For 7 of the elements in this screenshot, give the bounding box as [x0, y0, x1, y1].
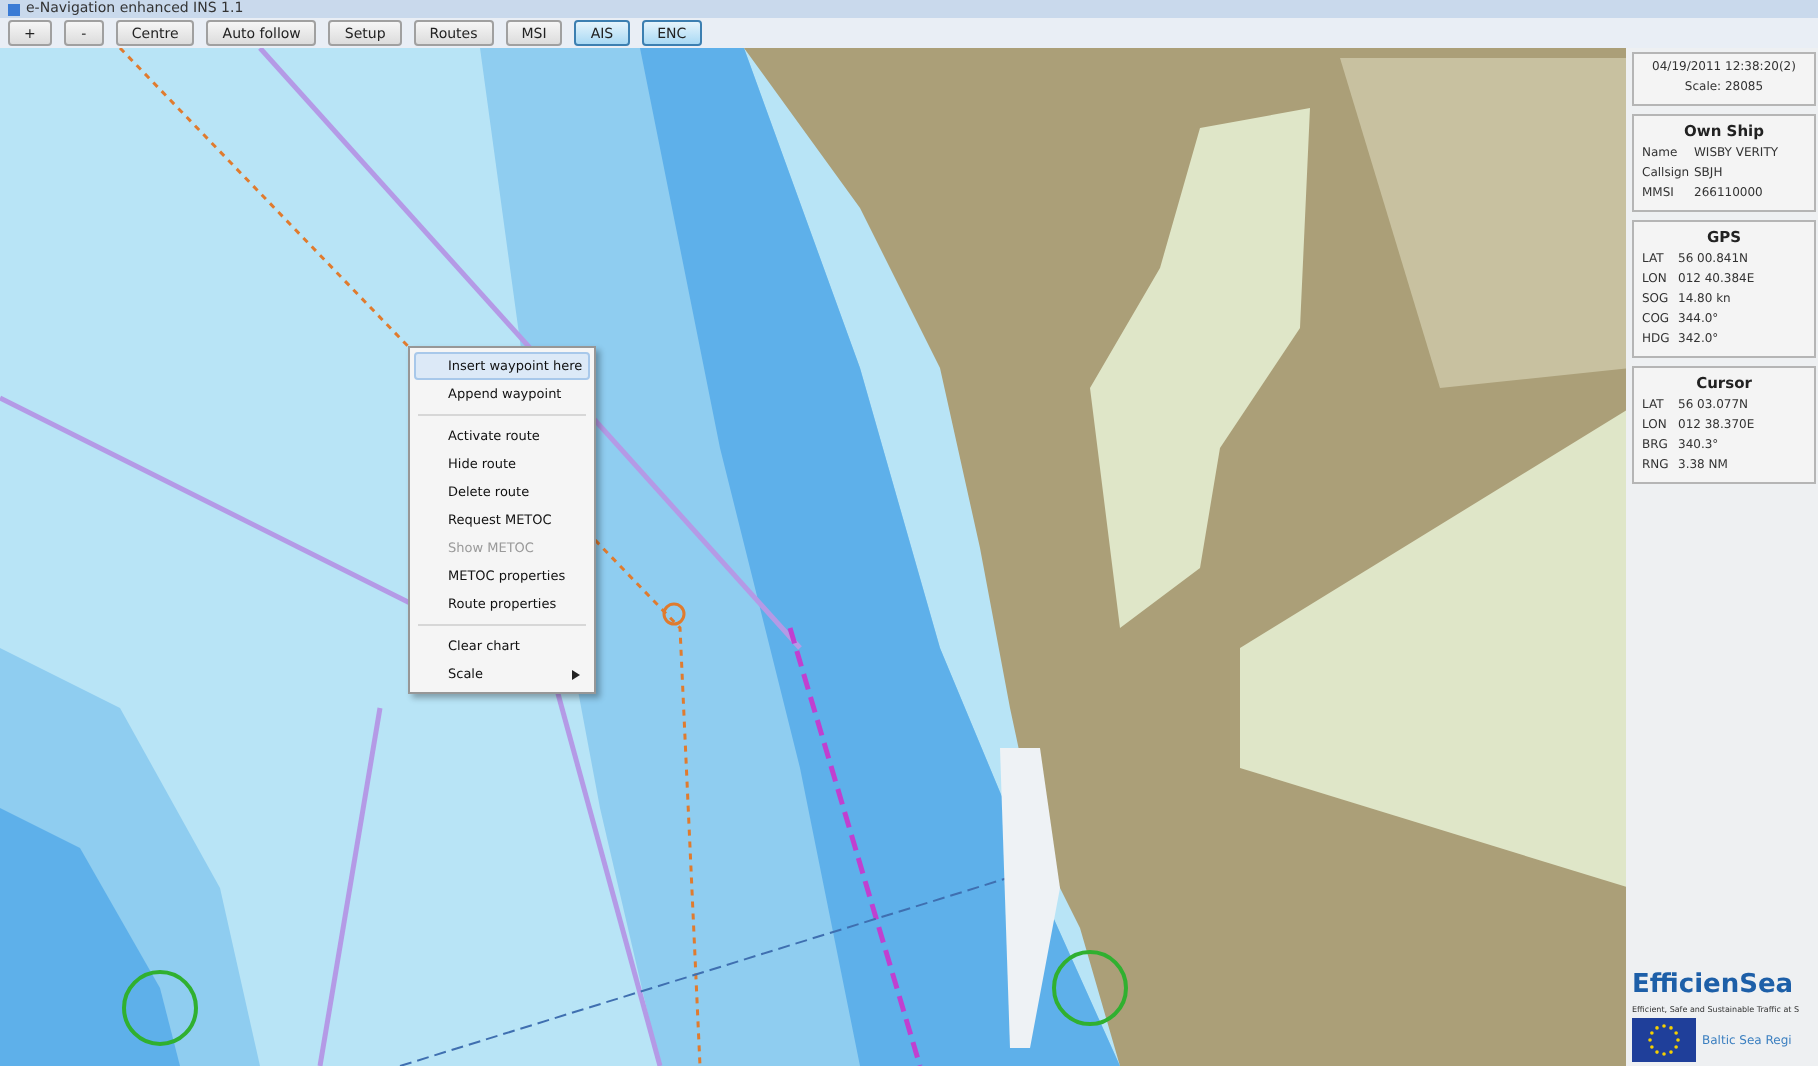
- logo-name: EfficienSea: [1632, 972, 1796, 1000]
- flag-icon: [1632, 1018, 1696, 1062]
- sector-light-circle: [122, 970, 198, 1046]
- waypoint-marker[interactable]: [662, 602, 686, 626]
- sector-light-circle: [1052, 950, 1128, 1026]
- submenu-arrow-icon: [572, 669, 580, 679]
- app-icon: [8, 3, 20, 15]
